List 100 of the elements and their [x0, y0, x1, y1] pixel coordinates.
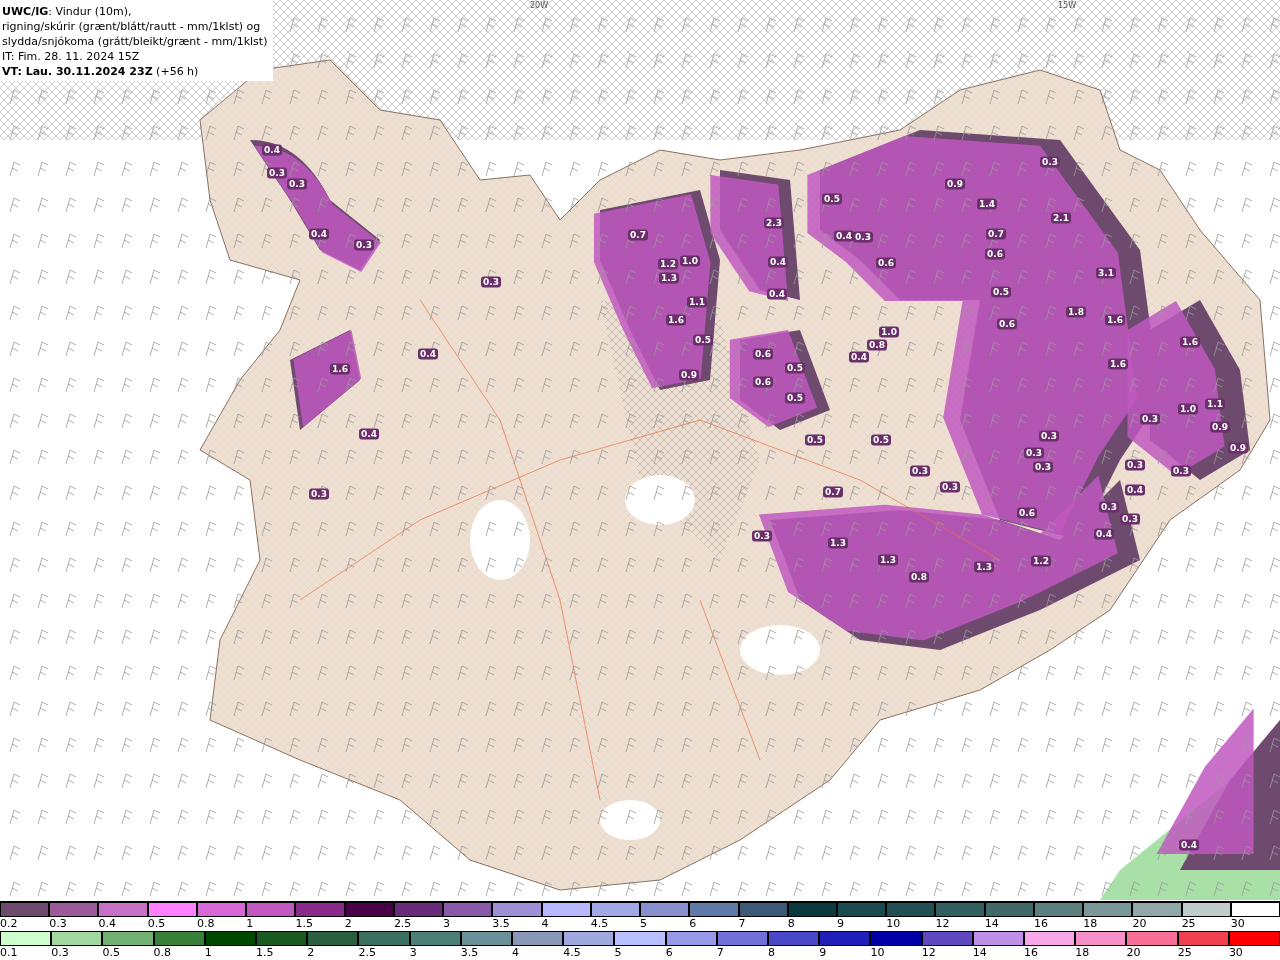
precipitation-value: 0.3 [1125, 459, 1145, 471]
legend-label: 16 [1033, 917, 1048, 931]
legend-label: 6 [665, 946, 673, 960]
precipitation-value: 1.6 [330, 363, 350, 375]
legend-label: 5 [614, 946, 622, 960]
legend-label: 7 [738, 917, 746, 931]
legend-label: 20 [1126, 946, 1141, 960]
legend-label: 9 [819, 946, 827, 960]
precipitation-value: 0.3 [910, 465, 930, 477]
precipitation-value: 0.6 [753, 376, 773, 388]
precipitation-value: 0.4 [1179, 839, 1199, 851]
precipitation-value: 3.1 [1096, 267, 1116, 279]
precipitation-value: 0.4 [834, 230, 854, 242]
precipitation-value: 0.4 [767, 288, 787, 300]
legend-label: 10 [886, 917, 901, 931]
precipitation-value: 0.4 [849, 351, 869, 363]
legend-label: 14 [984, 917, 999, 931]
precipitation-value: 0.3 [752, 530, 772, 542]
precipitation-value: 0.3 [940, 481, 960, 493]
precipitation-value: 1.0 [879, 326, 899, 338]
precipitation-value: 0.3 [354, 239, 374, 251]
legend-label: 3 [409, 946, 417, 960]
precipitation-value: 0.5 [805, 434, 825, 446]
precipitation-value: 0.4 [1094, 528, 1114, 540]
precipitation-value: 0.4 [418, 348, 438, 360]
precipitation-value: 1.2 [1031, 555, 1051, 567]
precipitation-value: 0.5 [693, 334, 713, 346]
legend-label: 4 [512, 946, 520, 960]
legend-label: 30 [1228, 946, 1243, 960]
longitude-label: 15W [1058, 1, 1077, 10]
precipitation-value: 1.3 [974, 561, 994, 573]
legend-label: 5 [640, 917, 648, 931]
precipitation-value: 0.5 [871, 434, 891, 446]
legend-label: 12 [935, 917, 950, 931]
legend-label: 0.1 [0, 946, 18, 960]
legend-label: 0.8 [153, 946, 172, 960]
precipitation-value: 0.3 [1024, 447, 1044, 459]
precipitation-value: 0.3 [1033, 461, 1053, 473]
legend-label: 18 [1083, 917, 1098, 931]
precipitation-value: 0.4 [1125, 484, 1145, 496]
precipitation-value: 1.1 [687, 296, 707, 308]
precipitation-value: 0.4 [309, 228, 329, 240]
precipitation-value: 0.5 [822, 193, 842, 205]
legend-label: 2.5 [358, 946, 376, 960]
precipitation-value: 0.5 [785, 392, 805, 404]
precipitation-value: 1.3 [878, 554, 898, 566]
legend-label: 8 [787, 917, 795, 931]
precipitation-value: 0.9 [1210, 421, 1230, 433]
legend-label: 3.5 [460, 946, 479, 960]
legend-label: 1.5 [256, 946, 274, 960]
legend-label: 0.3 [51, 946, 69, 960]
legend-label: 0.8 [196, 917, 215, 931]
precipitation-value: 0.3 [267, 167, 287, 179]
precipitation-value: 0.8 [867, 339, 887, 351]
precipitation-value: 0.5 [991, 286, 1011, 298]
precipitation-value: 0.8 [909, 571, 929, 583]
precipitation-value: 0.3 [853, 231, 873, 243]
legend-label: 14 [972, 946, 987, 960]
precipitation-value: 1.3 [828, 537, 848, 549]
legend-label: 25 [1177, 946, 1192, 960]
precipitation-value: 1.0 [680, 255, 700, 267]
legend-label: 9 [837, 917, 844, 931]
legend-label: 4.5 [563, 946, 581, 960]
precipitation-value: 0.5 [785, 362, 805, 374]
precipitation-value: 0.6 [985, 248, 1005, 260]
precipitation-value: 1.8 [1066, 306, 1086, 318]
precipitation-value: 0.3 [1140, 413, 1160, 425]
precipitation-value: 0.3 [1039, 430, 1059, 442]
legend-label: 4.5 [590, 917, 609, 931]
precipitation-value: 2.3 [764, 217, 784, 229]
precipitation-value: 1.6 [1180, 336, 1200, 348]
legend-label: 2 [344, 917, 352, 931]
legend-label: 16 [1024, 946, 1039, 960]
longitude-label: 20W [530, 1, 549, 10]
legend-label: 20 [1132, 917, 1147, 931]
legend-label: 1 [204, 946, 212, 960]
legend-label: 2 [307, 946, 315, 960]
legend-label: 0.2 [0, 917, 18, 931]
precipitation-value: 0.3 [309, 488, 329, 500]
title-text: slydda/snjókoma (grátt/bleikt/grænt - mm/1klst) [2, 34, 268, 49]
precipitation-value: 0.4 [359, 428, 379, 440]
precipitation-value: 0.9 [945, 178, 965, 190]
legend-label: 4 [541, 917, 549, 931]
legend-label: 30 [1230, 917, 1245, 931]
legend-label: 6 [689, 917, 697, 931]
precipitation-value: 0.3 [1099, 501, 1119, 513]
legend-label: 0.4 [98, 917, 116, 931]
legend-label: 3.5 [492, 917, 510, 931]
precipitation-value: 0.6 [753, 348, 773, 360]
legend-label: 1 [246, 917, 254, 931]
precipitation-value: 0.4 [262, 144, 282, 156]
legend-label: 2.5 [393, 917, 412, 931]
precipitation-value: 0.3 [1120, 513, 1140, 525]
legend-label: 12 [921, 946, 936, 960]
precipitation-value: 0.7 [986, 228, 1006, 240]
legend-label: 25 [1181, 917, 1196, 931]
precipitation-value: 0.9 [1228, 442, 1248, 454]
legend-label: 10 [870, 946, 885, 960]
precipitation-value: 0.4 [768, 256, 788, 268]
precipitation-value: 1.6 [1105, 314, 1125, 326]
